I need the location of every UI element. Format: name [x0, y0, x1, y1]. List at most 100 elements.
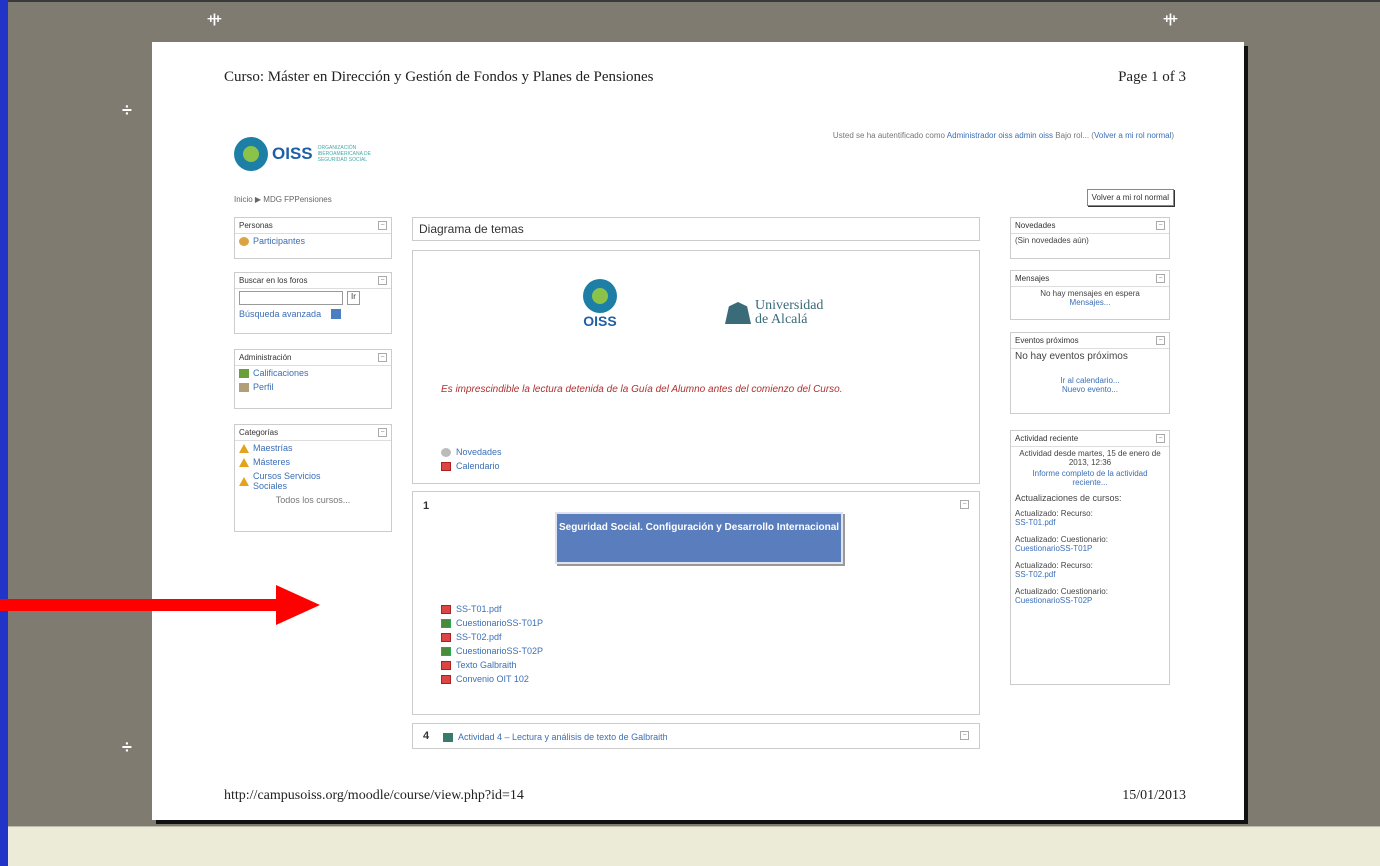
forum-icon [441, 447, 451, 457]
quiz-icon [441, 646, 451, 656]
messages-link[interactable]: Mensajes... [1011, 298, 1169, 307]
status-bar [8, 826, 1380, 866]
folder-icon [239, 443, 249, 453]
forum-search-input[interactable] [239, 291, 343, 305]
profile-icon [239, 382, 249, 392]
block-eventos: Eventos próximos − No hay eventos próximo… [1010, 332, 1170, 414]
update-label: Actualizado: Cuestionario: [1015, 535, 1108, 544]
topic-number: 1 [423, 500, 430, 512]
grades-link[interactable]: Calificaciones [235, 366, 391, 380]
uah-name-line1: Universidad [755, 298, 824, 313]
collapse-icon[interactable]: − [1156, 434, 1165, 443]
margin-handle-left-top[interactable]: ÷ [122, 101, 132, 119]
update-link[interactable]: SS-T01.pdf [1015, 518, 1165, 527]
block-categorias-title: Categorías [239, 428, 279, 437]
section-intro: OISS Universidad de Alcalá Es imprescindi… [412, 250, 980, 484]
intro-note: Es imprescindible la lectura detenida de… [441, 384, 843, 395]
calendar-link[interactable]: Calendario [441, 459, 502, 473]
login-return-link[interactable]: Volver a mi rol normal [1094, 131, 1171, 140]
collapse-icon[interactable]: − [378, 276, 387, 285]
news-forum-label: Novedades [456, 447, 502, 457]
section-title-box: Diagrama de temas [412, 217, 980, 241]
resource-label: Texto Galbraith [456, 660, 517, 670]
folder-icon [239, 476, 249, 486]
quiz-icon [441, 618, 451, 628]
red-arrow-shaft [0, 599, 278, 611]
help-icon[interactable] [331, 309, 342, 319]
collapse-icon[interactable]: − [960, 731, 969, 740]
update-link[interactable]: CuestionarioSS-T01P [1015, 544, 1165, 553]
news-forum-link[interactable]: Novedades [441, 445, 502, 459]
category-link[interactable]: Másteres [235, 455, 391, 469]
print-preview-page: Curso: Máster en Dirección y Gestión de … [152, 42, 1244, 820]
pdf-icon [441, 632, 451, 642]
topic-4: 4 Actividad 4 – Lectura y análisis de te… [412, 723, 980, 749]
block-administracion: Administración − Calificaciones Perfil [234, 349, 392, 409]
category-label: Cursos Servicios Sociales [253, 471, 321, 491]
resource-label: SS-T01.pdf [456, 604, 502, 614]
return-normal-role-button[interactable]: Volver a mi rol normal [1086, 189, 1174, 206]
uah-name-line2: de Alcalá [755, 312, 808, 327]
collapse-icon[interactable]: − [378, 221, 387, 230]
activity-4-link[interactable]: Actividad 4 – Lectura y análisis de text… [443, 730, 668, 744]
login-info: Usted se ha autentificado como Administr… [832, 131, 1174, 140]
login-prefix: Usted se ha autentificado como [832, 131, 945, 140]
resource-link[interactable]: CuestionarioSS-T02P [441, 644, 543, 658]
collapse-icon[interactable]: − [960, 500, 969, 509]
update-item: Actualizado: Cuestionario: CuestionarioSS… [1011, 529, 1169, 555]
all-courses-link[interactable]: Todos los cursos... [235, 493, 391, 507]
oiss-center-logo-text: OISS [583, 313, 617, 329]
margin-handle-top-right[interactable]: +|+ [1163, 12, 1178, 25]
update-label: Actualizado: Cuestionario: [1015, 587, 1108, 596]
block-personas: Personas − Participantes [234, 217, 392, 259]
block-eventos-title: Eventos próximos [1015, 336, 1079, 345]
resource-link[interactable]: Texto Galbraith [441, 658, 543, 672]
update-link[interactable]: SS-T02.pdf [1015, 570, 1165, 579]
resource-label: SS-T02.pdf [456, 632, 502, 642]
margin-handle-left-bottom[interactable]: ÷ [122, 738, 132, 756]
block-admin-title: Administración [239, 353, 292, 362]
collapse-icon[interactable]: − [1156, 274, 1165, 283]
collapse-icon[interactable]: − [378, 428, 387, 437]
collapse-icon[interactable]: − [1156, 221, 1165, 230]
margin-handle-top-left[interactable]: +|+ [207, 12, 222, 25]
login-switch-role: Bajo rol... [1055, 131, 1090, 140]
resource-link[interactable]: Convenio OIT 102 [441, 672, 543, 686]
full-report-link[interactable]: Informe completo de la actividad recient… [1011, 469, 1169, 487]
login-user-link[interactable]: Administrador oiss admin oiss [947, 131, 1053, 140]
print-page-label: Page 1 of 3 [1118, 69, 1186, 85]
new-event-link[interactable]: Nuevo evento... [1011, 385, 1169, 394]
oiss-logo: OISS ORGANIZACIÓN IBEROAMERICANA DE SEGU… [234, 137, 382, 171]
print-header-title: Curso: Máster en Dirección y Gestión de … [224, 69, 654, 85]
profile-link[interactable]: Perfil [235, 380, 391, 394]
resource-link[interactable]: SS-T01.pdf [441, 602, 543, 616]
resource-link[interactable]: CuestionarioSS-T01P [441, 616, 543, 630]
no-events-text: No hay eventos próximos [1015, 351, 1128, 362]
no-news-text: (Sin novedades aún) [1015, 236, 1089, 245]
collapse-icon[interactable]: − [378, 353, 387, 362]
activity-4-label: Actividad 4 – Lectura y análisis de text… [458, 732, 668, 742]
oiss-drop-icon [583, 279, 617, 313]
participants-label: Participantes [253, 236, 306, 246]
resource-label: Convenio OIT 102 [456, 674, 529, 684]
resource-link[interactable]: SS-T02.pdf [441, 630, 543, 644]
grades-label: Calificaciones [253, 368, 309, 378]
oiss-drop-icon [234, 137, 268, 171]
category-link[interactable]: Cursos Servicios Sociales [235, 469, 391, 493]
update-link[interactable]: CuestionarioSS-T02P [1015, 596, 1165, 605]
no-messages-text: No hay mensajes en espera [1040, 289, 1140, 298]
advanced-search-link[interactable]: Búsqueda avanzada [239, 309, 321, 319]
breadcrumb[interactable]: Inicio ▶ MDG FPPensiones [234, 195, 332, 204]
participants-link[interactable]: Participantes [235, 234, 391, 248]
block-novedades-title: Novedades [1015, 221, 1056, 230]
category-link[interactable]: Maestrías [235, 441, 391, 455]
updates-heading: Actualizaciones de cursos: [1015, 493, 1122, 503]
block-mensajes: Mensajes − No hay mensajes en espera Mens… [1010, 270, 1170, 320]
calendar-go-link[interactable]: Ir al calendario... [1011, 376, 1169, 385]
forum-search-button[interactable]: Ir [347, 291, 360, 305]
collapse-icon[interactable]: − [1156, 336, 1165, 345]
topic-1-resources: SS-T01.pdf CuestionarioSS-T01P SS-T02.pd… [441, 602, 543, 686]
category-label: Maestrías [253, 443, 293, 453]
topic-number: 4 [423, 730, 430, 742]
uah-crest-icon [725, 302, 751, 324]
